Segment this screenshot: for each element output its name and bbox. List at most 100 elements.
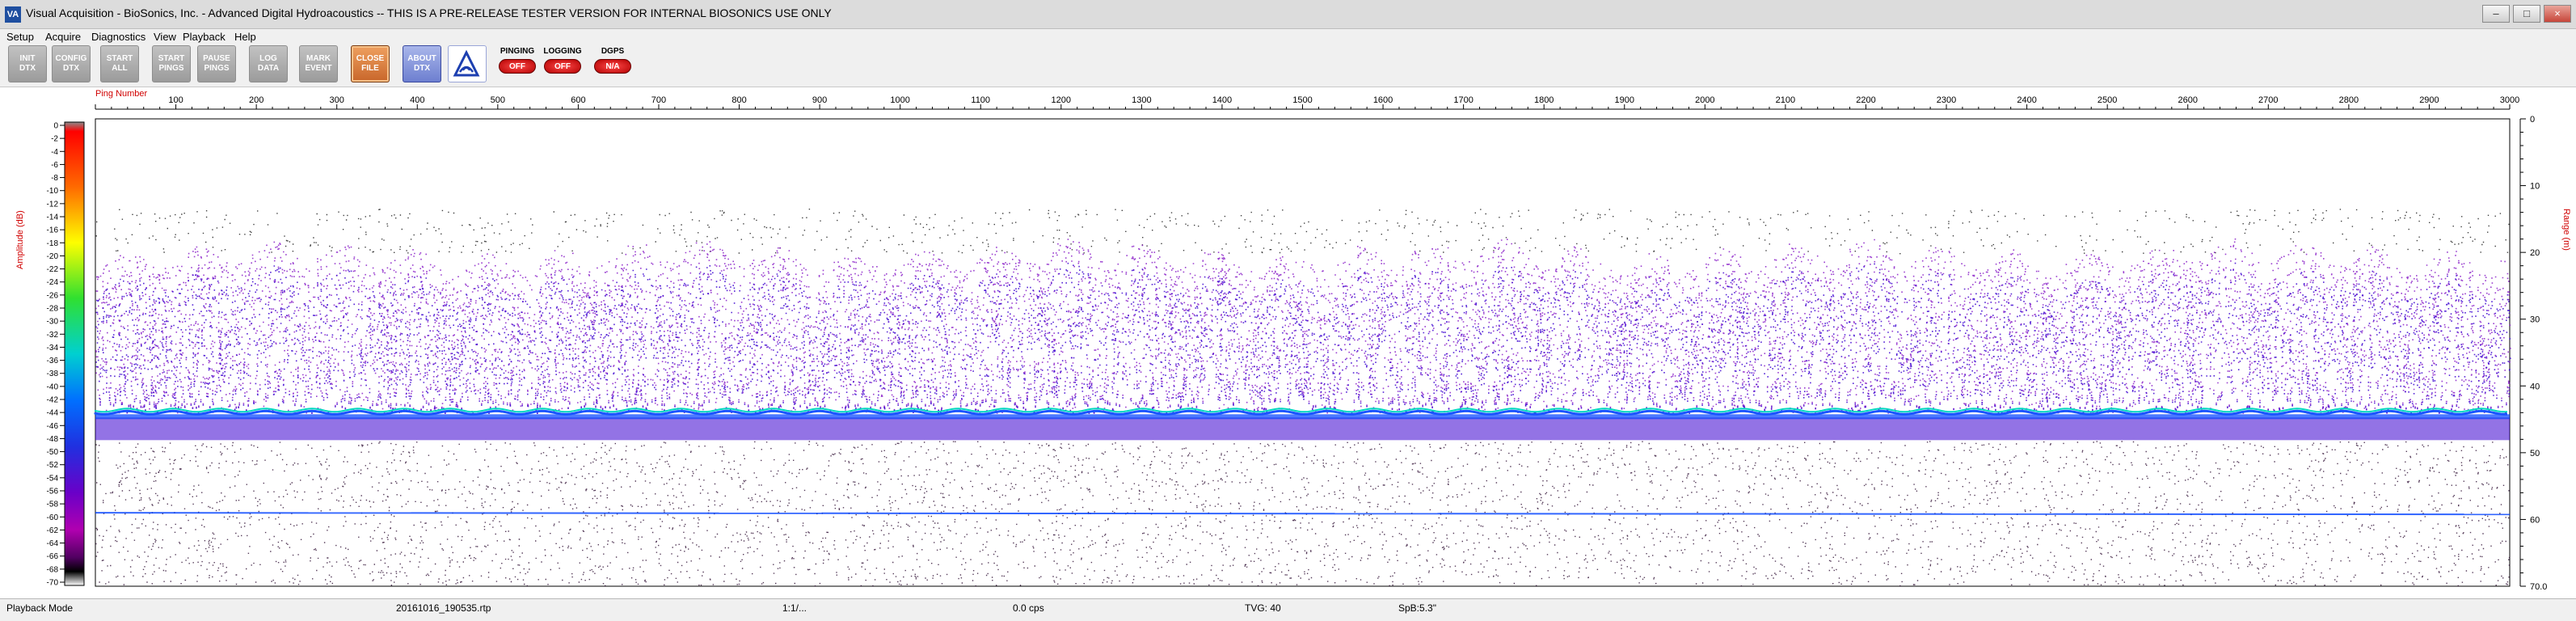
menu-setup[interactable]: Setup	[6, 31, 34, 43]
menu-help[interactable]: Help	[234, 31, 256, 43]
sub-bottom-band	[95, 417, 2510, 441]
ping-tick-label: 1700	[1453, 95, 1473, 105]
button-label-line2: EVENT	[305, 64, 332, 73]
ping-tick-label: 500	[491, 95, 505, 105]
start-pings-button[interactable]: START PINGS	[152, 45, 191, 82]
ping-tick-label: 2000	[1695, 95, 1714, 105]
amplitude-axis-label: Amplitude (dB)	[15, 210, 25, 269]
status-mode: Playback Mode	[6, 602, 74, 614]
window-title: Visual Acquisition - BioSonics, Inc. - A…	[26, 6, 832, 19]
amplitude-tick-label: -20	[47, 252, 59, 261]
ping-tick-label: 2300	[1937, 95, 1956, 105]
ping-tick-label: 2500	[2097, 95, 2117, 105]
ping-tick-label: 1500	[1292, 95, 1312, 105]
amplitude-tick-label: -62	[47, 526, 59, 535]
button-label-line2: DTX	[414, 64, 430, 73]
amplitude-tick-label: -42	[47, 396, 59, 405]
button-label-line1: CONFIG	[55, 54, 87, 63]
amplitude-tick-label: -16	[47, 226, 59, 235]
ping-tick-label: 700	[651, 95, 666, 105]
menu-diagnostics[interactable]: Diagnostics	[91, 31, 145, 43]
amplitude-tick-label: -30	[47, 318, 59, 327]
minimize-button[interactable]: –	[2482, 5, 2510, 23]
menu-playback[interactable]: Playback	[183, 31, 226, 43]
amplitude-tick-label: -56	[47, 488, 59, 496]
init-dtx-button[interactable]: INIT DTX	[8, 45, 47, 82]
ping-tick-label: 2900	[2419, 95, 2439, 105]
pinging-label: PINGING	[500, 47, 535, 56]
amplitude-tick-label: -68	[47, 565, 59, 574]
amplitude-tick-label: -8	[51, 174, 58, 183]
dgps-status: N/A	[594, 59, 631, 74]
amplitude-tick-label: -70	[47, 579, 59, 588]
ping-tick-label: 2700	[2258, 95, 2278, 105]
status-ratio: 1:1/...	[782, 602, 807, 614]
amplitude-tick-label: -2	[51, 135, 58, 144]
amplitude-tick-label: -36	[47, 357, 59, 365]
start-all-button[interactable]: START ALL	[100, 45, 139, 82]
range-tick-label: 40	[2530, 382, 2540, 391]
amplitude-scale: 0 -2 -4 -6 -8 -10 -12 -14 -16 -18 -20 -22 -24 -26 -28 -…	[47, 122, 65, 588]
amplitude-tick-label: -44	[47, 409, 59, 418]
ping-axis: 100 200 300 400 500 600 700 800 900 1000 1100 1200 1…	[95, 95, 2519, 110]
range-tick-label: 60	[2530, 515, 2540, 525]
ping-tick-label: 2400	[2017, 95, 2036, 105]
amplitude-tick-label: 0	[53, 122, 58, 131]
button-label-line2: ALL	[112, 64, 128, 73]
biosonics-logo-button[interactable]	[448, 45, 487, 82]
range-tick-label: 10	[2530, 182, 2540, 192]
amplitude-tick-label: -50	[47, 448, 59, 457]
ping-tick-label: 2100	[1776, 95, 1795, 105]
mark-event-button[interactable]: MARK EVENT	[299, 45, 338, 82]
status-spb: SpB:5.3"	[1398, 602, 1436, 614]
status-tvg: TVG: 40	[1245, 602, 1281, 614]
pinging-status: OFF	[499, 59, 536, 74]
button-label-line1: START	[158, 54, 185, 63]
amplitude-tick-label: -38	[47, 370, 59, 378]
ping-tick-label: 1000	[890, 95, 909, 105]
ping-tick-label: 200	[249, 95, 264, 105]
amplitude-tick-label: -46	[47, 422, 59, 431]
close-file-button[interactable]: CLOSE FILE	[351, 45, 390, 82]
menu-view[interactable]: View	[154, 31, 176, 43]
echogram-chart[interactable]: Ping Number Amplitude (dB) Range (m) 0 -2…	[0, 87, 2576, 598]
close-button[interactable]: ×	[2544, 5, 2571, 23]
ping-tick-label: 1300	[1132, 95, 1151, 105]
ping-tick-label: 100	[168, 95, 183, 105]
ping-tick-label: 1900	[1615, 95, 1634, 105]
window-controls: – □ ×	[2482, 5, 2571, 23]
menu-bar: Setup Acquire Diagnostics View Playback …	[0, 29, 2576, 45]
amplitude-tick-label: -22	[47, 265, 59, 274]
ping-tick-label: 1200	[1052, 95, 1071, 105]
amplitude-tick-label: -52	[47, 461, 59, 470]
config-dtx-button[interactable]: CONFIG DTX	[52, 45, 91, 82]
log-data-button[interactable]: LOG DATA	[249, 45, 288, 82]
amplitude-tick-label: -24	[47, 278, 59, 287]
ping-tick-label: 1400	[1212, 95, 1232, 105]
logging-indicator: LOGGING OFF	[540, 47, 585, 82]
button-label-line1: PAUSE	[203, 54, 230, 63]
amplitude-tick-label: -4	[51, 148, 58, 157]
about-dtx-button[interactable]: ABOUT DTX	[403, 45, 441, 82]
ping-tick-label: 800	[731, 95, 746, 105]
title-bar: VA Visual Acquisition - BioSonics, Inc. …	[0, 0, 2576, 29]
button-label-line2: DTX	[19, 64, 36, 73]
amplitude-tick-label: -18	[47, 239, 59, 248]
button-label-line2: DATA	[257, 64, 280, 73]
pinging-indicator: PINGING OFF	[495, 47, 540, 82]
menu-acquire[interactable]: Acquire	[45, 31, 81, 43]
echogram-panel: Ping Number Amplitude (dB) Range (m) 0 -2…	[0, 87, 2576, 598]
amplitude-tick-label: -66	[47, 552, 59, 561]
ping-tick-label: 900	[812, 95, 827, 105]
button-label-line1: LOG	[259, 54, 277, 63]
range-axis-label: Range (m)	[2561, 209, 2571, 251]
range-tick-label: 50	[2530, 449, 2540, 458]
range-axis: 0 10 20 30 40 50 60 70.0	[2519, 115, 2547, 592]
amplitude-tick-label: -48	[47, 435, 59, 444]
pause-pings-button[interactable]: PAUSE PINGS	[197, 45, 236, 82]
button-label-line1: INIT	[19, 54, 36, 63]
maximize-button[interactable]: □	[2513, 5, 2540, 23]
logging-status: OFF	[544, 59, 581, 74]
ping-tick-label: 1800	[1534, 95, 1554, 105]
amplitude-tick-label: -26	[47, 291, 59, 300]
